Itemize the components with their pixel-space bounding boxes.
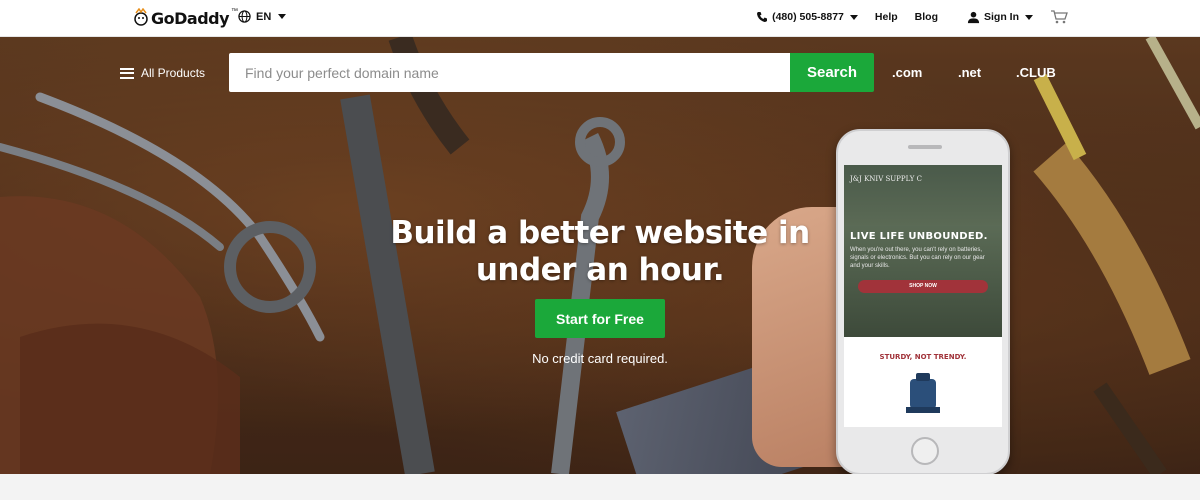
phone-home-button xyxy=(911,437,939,465)
logo-trademark: ™ xyxy=(231,8,239,15)
top-navigation: GoDaddy ™ EN (480) 505-8877 Help Blog Si… xyxy=(0,0,1200,37)
lantern-icon xyxy=(906,373,940,413)
phone-screen-tagline: STURDY, NOT TRENDY. xyxy=(879,353,967,361)
topbar-right: (480) 505-8877 Help Blog Sign In xyxy=(756,10,1068,24)
user-icon xyxy=(967,11,980,23)
godaddy-logo[interactable]: GoDaddy ™ xyxy=(133,6,238,30)
hero-banner: All Products Search .com .net .CLUB J&J … xyxy=(0,37,1200,474)
phone-number: (480) 505-8877 xyxy=(772,11,844,23)
all-products-label: All Products xyxy=(141,66,206,80)
next-section-strip xyxy=(0,474,1200,500)
chevron-down-icon xyxy=(1025,14,1033,20)
tld-net-link[interactable]: .net xyxy=(958,65,981,80)
phone-screen-body: When you're out there, you can't rely on… xyxy=(850,247,985,269)
sign-in-menu[interactable]: Sign In xyxy=(967,11,1033,24)
language-label: EN xyxy=(256,10,272,23)
phone-screen-brand: J&J KNIV SUPPLY C xyxy=(844,165,1002,225)
phone-mockup: J&J KNIV SUPPLY C LIVE LIFE UNBOUNDED. W… xyxy=(836,129,1010,474)
logo-text: GoDaddy xyxy=(151,8,230,28)
tld-club-link[interactable]: .CLUB xyxy=(1016,65,1056,80)
globe-icon xyxy=(238,10,251,23)
help-link[interactable]: Help xyxy=(875,11,898,23)
cart-icon[interactable] xyxy=(1050,10,1068,24)
hero-headline: Build a better website in under an hour. xyxy=(360,215,840,289)
start-for-free-button[interactable]: Start for Free xyxy=(535,299,665,338)
menu-icon xyxy=(120,67,134,79)
language-selector[interactable]: EN xyxy=(238,10,287,23)
headline-line-1: Build a better website in xyxy=(390,215,810,251)
headline-line-2: under an hour. xyxy=(475,252,725,288)
phone-icon xyxy=(757,12,768,22)
blog-link[interactable]: Blog xyxy=(915,11,938,23)
domain-search-input[interactable] xyxy=(229,53,790,92)
search-button[interactable]: Search xyxy=(790,53,874,92)
all-products-menu[interactable]: All Products xyxy=(120,66,205,80)
phone-speaker xyxy=(908,145,942,149)
phone-screen-title: LIVE LIFE UNBOUNDED. xyxy=(850,231,988,242)
sign-in-label: Sign In xyxy=(984,11,1019,23)
tld-com-link[interactable]: .com xyxy=(892,65,922,80)
phone-menu[interactable]: (480) 505-8877 xyxy=(756,11,858,23)
chevron-down-icon xyxy=(278,14,287,19)
phone-screen-button: SHOP NOW xyxy=(858,280,988,293)
phone-screen: J&J KNIV SUPPLY C LIVE LIFE UNBOUNDED. W… xyxy=(844,165,1002,427)
phone-screen-hero: LIVE LIFE UNBOUNDED. When you're out the… xyxy=(844,225,1002,337)
chevron-down-icon xyxy=(849,14,858,20)
domain-search-form: Search xyxy=(229,53,874,92)
no-credit-card-note: No credit card required. xyxy=(532,351,668,366)
godaddy-mascot-icon xyxy=(134,8,148,26)
